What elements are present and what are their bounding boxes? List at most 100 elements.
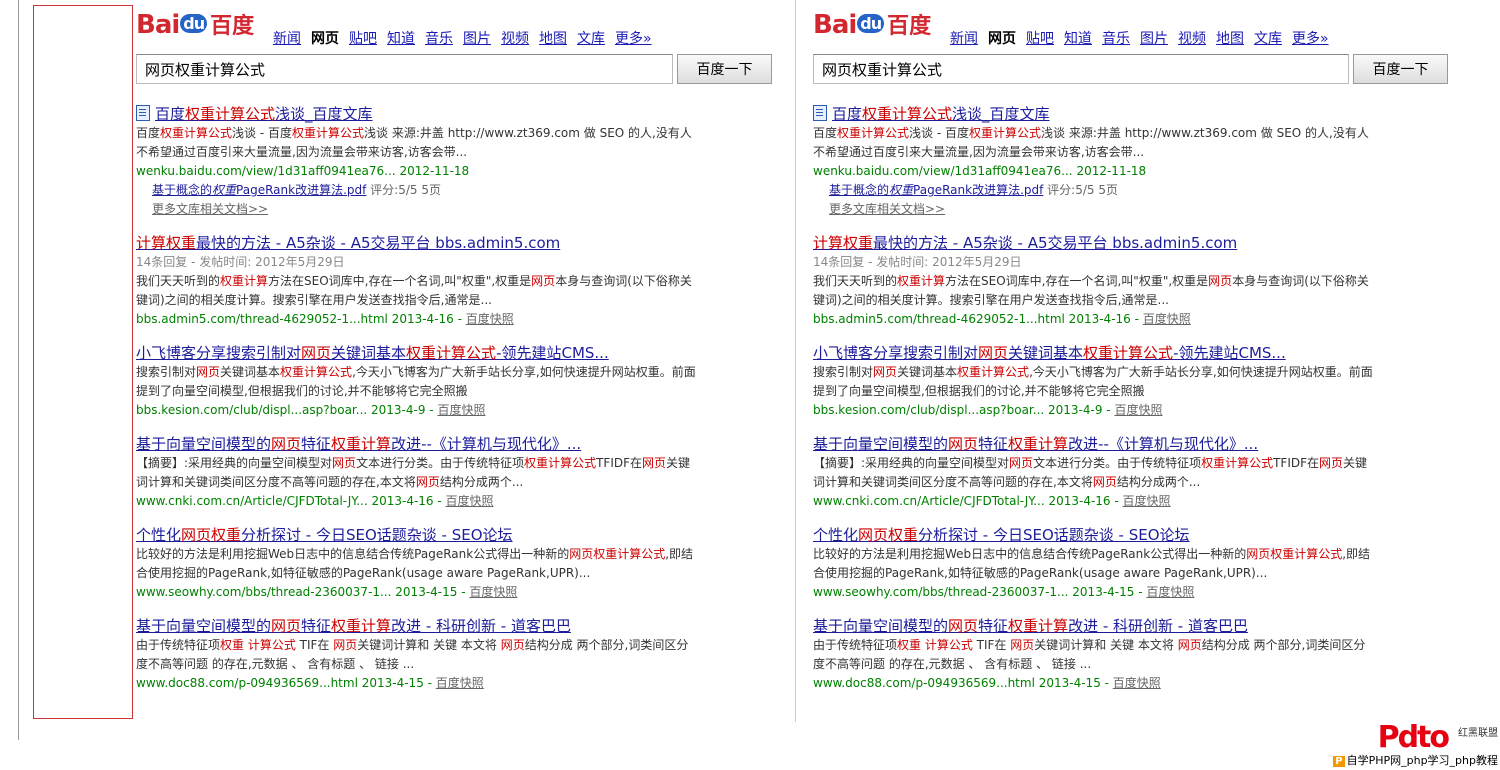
results-list: 百度权重计算公式浅谈_百度文库 百度权重计算公式浅谈 - 百度权重计算公式浅谈 来…: [813, 104, 1373, 707]
nav-item[interactable]: 音乐: [425, 31, 453, 47]
nav-item[interactable]: 新闻: [950, 31, 978, 47]
search-result: 个性化网页权重分析探讨 - 今日SEO话题杂谈 - SEO论坛 比较好的方法是利用…: [136, 525, 696, 602]
search-button[interactable]: 百度一下: [1353, 54, 1448, 84]
result-meta: 14条回复 - 发帖时间: 2012年5月29日: [813, 255, 1022, 269]
more-docs-link[interactable]: 更多文库相关文档>>: [152, 202, 268, 216]
document-icon: [136, 105, 150, 121]
search-result: 基于向量空间模型的网页特征权重计算改进--《计算机与现代化》... 【摘要】:采用…: [136, 434, 696, 511]
result-title-link[interactable]: 百度权重计算公式浅谈_百度文库: [136, 104, 696, 124]
related-doc-link[interactable]: 基于概念的权重PageRank改进算法.pdf: [829, 183, 1043, 197]
result-abstract: 百度权重计算公式浅谈 - 百度权重计算公式浅谈 来源:井盖 http://www…: [813, 126, 1369, 159]
related-doc-rating: 评分:5/5 5页: [366, 183, 441, 197]
watermark-side-text: 红黑联盟: [1458, 728, 1498, 739]
php-icon: P: [1333, 756, 1345, 767]
document-icon: [813, 105, 827, 121]
nav-item[interactable]: 贴吧: [349, 31, 377, 47]
search-button[interactable]: 百度一下: [677, 54, 772, 84]
snapshot-link[interactable]: 百度快照: [1143, 312, 1191, 326]
nav-item[interactable]: 文库: [577, 31, 605, 47]
result-title-link[interactable]: 小飞博客分享搜索引制对网页关键词基本权重计算公式-领先建站CMS...: [813, 343, 1373, 363]
snapshot-link[interactable]: 百度快照: [1123, 494, 1171, 508]
baidu-logo[interactable]: Bai du 百度: [136, 8, 254, 48]
result-url: www.seowhy.com/bbs/thread-2360037-1... 2…: [136, 585, 518, 599]
nav-item[interactable]: 贴吧: [1026, 31, 1054, 47]
nav-item[interactable]: 图片: [463, 31, 491, 47]
result-title-link[interactable]: 小飞博客分享搜索引制对网页关键词基本权重计算公式-领先建站CMS...: [136, 343, 696, 363]
result-meta: 14条回复 - 发帖时间: 2012年5月29日: [136, 255, 345, 269]
snapshot-link[interactable]: 百度快照: [466, 312, 514, 326]
snapshot-link[interactable]: 百度快照: [469, 585, 517, 599]
result-abstract: 【摘要】:采用经典的向量空间模型对网页文本进行分类。由于传统特征项权重计算公式T…: [813, 456, 1368, 489]
search-input[interactable]: 网页权重计算公式: [136, 54, 673, 84]
snapshot-link[interactable]: 百度快照: [437, 403, 485, 417]
result-title-link[interactable]: 基于向量空间模型的网页特征权重计算改进 - 科研创新 - 道客巴巴: [813, 616, 1373, 636]
nav-item[interactable]: 图片: [1140, 31, 1168, 47]
search-result: 基于向量空间模型的网页特征权重计算改进--《计算机与现代化》... 【摘要】:采用…: [813, 434, 1373, 511]
result-title-link[interactable]: 基于向量空间模型的网页特征权重计算改进--《计算机与现代化》...: [136, 434, 696, 454]
result-url: bbs.admin5.com/thread-4629052-1...html 2…: [813, 312, 1191, 326]
snapshot-link[interactable]: 百度快照: [1113, 676, 1161, 690]
result-title-link[interactable]: 个性化网页权重分析探讨 - 今日SEO话题杂谈 - SEO论坛: [813, 525, 1373, 545]
result-title-link[interactable]: 百度权重计算公式浅谈_百度文库: [813, 104, 1373, 124]
result-url: www.cnki.com.cn/Article/CJFDTotal-JY... …: [813, 494, 1171, 508]
result-url: www.doc88.com/p-094936569...html 2013-4-…: [813, 676, 1161, 690]
nav-item-current: 网页: [311, 31, 339, 47]
search-input[interactable]: 网页权重计算公式: [813, 54, 1349, 84]
snapshot-link[interactable]: 百度快照: [436, 676, 484, 690]
more-docs-link[interactable]: 更多文库相关文档>>: [829, 202, 945, 216]
more-docs: 更多文库相关文档>>: [813, 200, 1373, 219]
baidu-logo[interactable]: Bai du 百度: [813, 8, 931, 48]
result-url: bbs.admin5.com/thread-4629052-1...html 2…: [136, 312, 514, 326]
result-title-link[interactable]: 个性化网页权重分析探讨 - 今日SEO话题杂谈 - SEO论坛: [136, 525, 696, 545]
result-url: wenku.baidu.com/view/1d31aff0941ea76... …: [136, 164, 470, 178]
nav-item-more[interactable]: 更多»: [615, 31, 652, 47]
search-result: 基于向量空间模型的网页特征权重计算改进 - 科研创新 - 道客巴巴 由于传统特征项…: [136, 616, 696, 693]
top-nav: 新闻 网页 贴吧 知道 音乐 图片 视频 地图 文库 更多»: [273, 28, 662, 48]
nav-item[interactable]: 知道: [1064, 31, 1092, 47]
nav-item[interactable]: 文库: [1254, 31, 1282, 47]
related-doc: 基于概念的权重PageRank改进算法.pdf 评分:5/5 5页: [813, 181, 1373, 200]
result-url: www.doc88.com/p-094936569...html 2013-4-…: [136, 676, 484, 690]
nav-item[interactable]: 新闻: [273, 31, 301, 47]
nav-item-current: 网页: [988, 31, 1016, 47]
watermark-text: P 自学PHP网_php学习_php教程: [1333, 752, 1498, 768]
result-abstract: 由于传统特征项权重 计算公式 TIF在 网页关键词计算和 关键 本文将 网页结构…: [813, 638, 1366, 671]
search-result: 基于向量空间模型的网页特征权重计算改进 - 科研创新 - 道客巴巴 由于传统特征项…: [813, 616, 1373, 693]
nav-item[interactable]: 知道: [387, 31, 415, 47]
result-title-link[interactable]: 基于向量空间模型的网页特征权重计算改进 - 科研创新 - 道客巴巴: [136, 616, 696, 636]
result-abstract: 【摘要】:采用经典的向量空间模型对网页文本进行分类。由于传统特征项权重计算公式T…: [136, 456, 691, 489]
result-abstract: 比较好的方法是利用挖掘Web日志中的信息结合传统PageRank公式得出一种新的…: [813, 547, 1371, 580]
nav-item[interactable]: 视频: [501, 31, 529, 47]
search-result: 计算权重最快的方法 - A5杂谈 - A5交易平台 bbs.admin5.com…: [813, 233, 1373, 329]
result-abstract: 由于传统特征项权重 计算公式 TIF在 网页关键词计算和 关键 本文将 网页结构…: [136, 638, 689, 671]
result-abstract: 搜索引制对网页关键词基本权重计算公式,今天小飞博客为广大新手站长分享,如何快速提…: [813, 365, 1373, 398]
related-doc-link[interactable]: 基于概念的权重PageRank改进算法.pdf: [152, 183, 366, 197]
nav-item-more[interactable]: 更多»: [1292, 31, 1329, 47]
search-result: 小飞博客分享搜索引制对网页关键词基本权重计算公式-领先建站CMS... 搜索引制对…: [136, 343, 696, 420]
search-result: 个性化网页权重分析探讨 - 今日SEO话题杂谈 - SEO论坛 比较好的方法是利用…: [813, 525, 1373, 602]
snapshot-link[interactable]: 百度快照: [1114, 403, 1162, 417]
search-result: 计算权重最快的方法 - A5杂谈 - A5交易平台 bbs.admin5.com…: [136, 233, 696, 329]
result-title-link[interactable]: 计算权重最快的方法 - A5杂谈 - A5交易平台 bbs.admin5.com: [813, 233, 1373, 253]
result-url: bbs.kesion.com/club/displ...asp?boar... …: [813, 403, 1163, 417]
result-title-link[interactable]: 基于向量空间模型的网页特征权重计算改进--《计算机与现代化》...: [813, 434, 1373, 454]
nav-item[interactable]: 地图: [539, 31, 567, 47]
nav-item[interactable]: 视频: [1178, 31, 1206, 47]
result-title-link[interactable]: 计算权重最快的方法 - A5杂谈 - A5交易平台 bbs.admin5.com: [136, 233, 696, 253]
left-screenshot-panel: Bai du 百度 新闻 网页 贴吧 知道 音乐 图片 视频 地图 文库 更多» 网页权重计算公式 百…: [18, 0, 774, 740]
result-abstract: 搜索引制对网页关键词基本权重计算公式,今天小飞博客为广大新手站长分享,如何快速提…: [136, 365, 696, 398]
snapshot-link[interactable]: 百度快照: [1146, 585, 1194, 599]
right-screenshot-panel: Bai du 百度 新闻 网页 贴吧 知道 音乐 图片 视频 地图 文库 更多» 网页权重计算公式 百…: [795, 0, 1451, 722]
watermark: Pdto 红黑联盟 P 自学PHP网_php学习_php教程: [1300, 720, 1500, 770]
search-result: 小飞博客分享搜索引制对网页关键词基本权重计算公式-领先建站CMS... 搜索引制对…: [813, 343, 1373, 420]
result-url: www.cnki.com.cn/Article/CJFDTotal-JY... …: [136, 494, 494, 508]
highlight-box: [33, 5, 133, 719]
result-url: www.seowhy.com/bbs/thread-2360037-1... 2…: [813, 585, 1195, 599]
search-result: 百度权重计算公式浅谈_百度文库 百度权重计算公式浅谈 - 百度权重计算公式浅谈 来…: [136, 104, 696, 219]
related-doc: 基于概念的权重PageRank改进算法.pdf 评分:5/5 5页: [136, 181, 696, 200]
result-url: wenku.baidu.com/view/1d31aff0941ea76... …: [813, 164, 1147, 178]
nav-item[interactable]: 地图: [1216, 31, 1244, 47]
nav-item[interactable]: 音乐: [1102, 31, 1130, 47]
search-result: 百度权重计算公式浅谈_百度文库 百度权重计算公式浅谈 - 百度权重计算公式浅谈 来…: [813, 104, 1373, 219]
snapshot-link[interactable]: 百度快照: [446, 494, 494, 508]
